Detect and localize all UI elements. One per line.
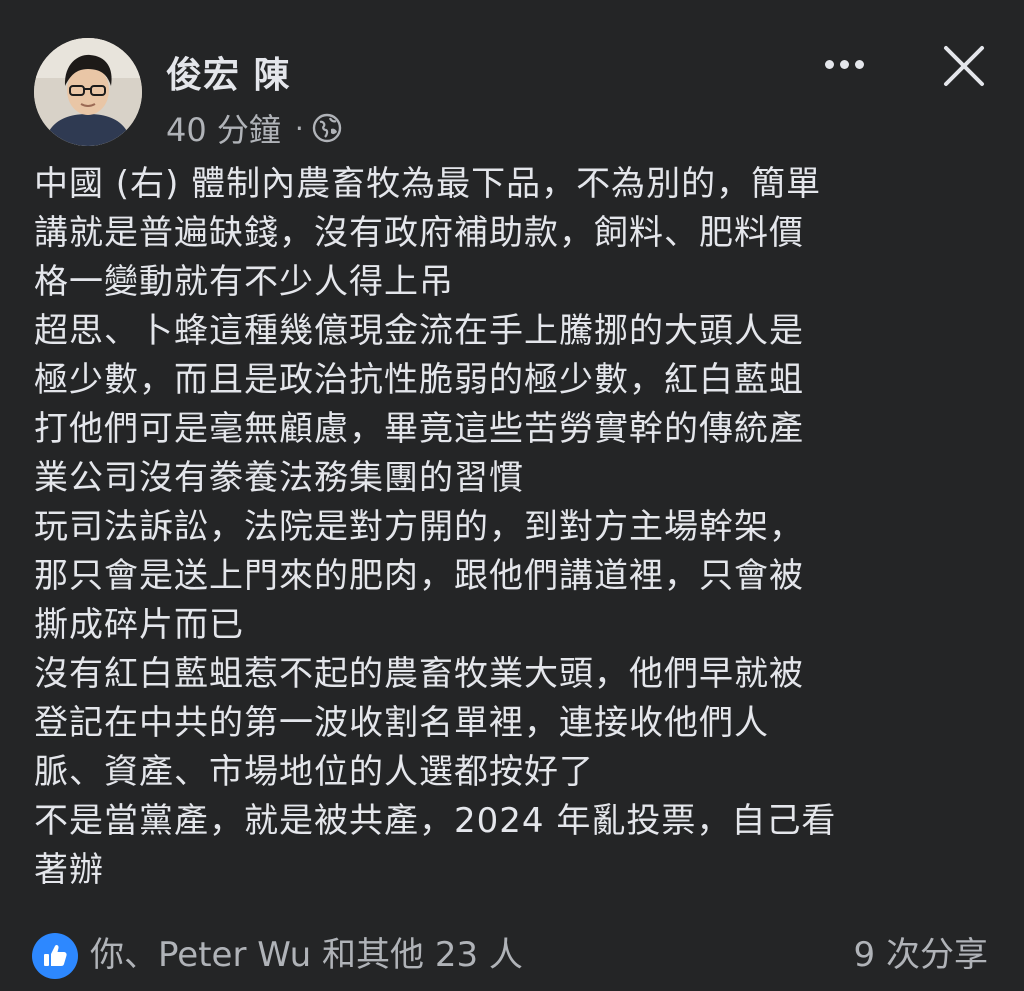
post-footer: 你、Peter Wu 和其他 23 人 9 次分享 xyxy=(0,925,1024,985)
post-header: 俊宏 陳 40 分鐘 · xyxy=(0,0,1024,160)
author-name[interactable]: 俊宏 陳 xyxy=(166,46,291,98)
close-button[interactable] xyxy=(940,42,988,90)
avatar-image xyxy=(34,38,142,146)
meta-separator: · xyxy=(294,111,304,145)
more-options-button[interactable] xyxy=(816,46,872,82)
post-time[interactable]: 40 分鐘 xyxy=(166,105,281,151)
thumbs-up-icon xyxy=(44,944,67,966)
post-body-text: 中國 (右) 體制內農畜牧為最下品，不為別的，簡單 講就是普遍缺錢，沒有政府補助… xyxy=(34,164,837,890)
more-horizontal-icon xyxy=(824,59,834,69)
author-avatar[interactable] xyxy=(34,38,142,146)
reactors-text[interactable]: 你、Peter Wu 和其他 23 人 xyxy=(90,929,523,981)
post-meta: 40 分鐘 · xyxy=(166,105,342,151)
like-reaction-badge[interactable] xyxy=(32,933,78,979)
globe-icon xyxy=(312,113,342,143)
close-icon xyxy=(944,46,984,86)
shares-count[interactable]: 9 次分享 xyxy=(854,929,988,981)
